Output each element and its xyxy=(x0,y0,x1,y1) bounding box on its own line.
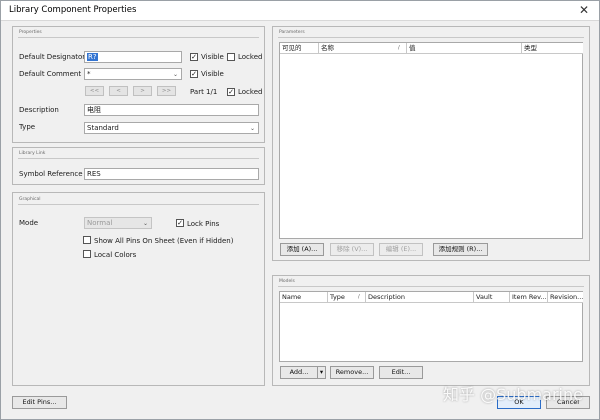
designator-field[interactable]: R? xyxy=(84,51,182,63)
edit-parameter-button[interactable]: 编辑 (E)... xyxy=(379,243,423,256)
local-colors-checkbox[interactable] xyxy=(83,250,91,258)
library-link-panel: Library Link Symbol Reference RES xyxy=(12,147,265,185)
models-grid[interactable]: Name Type / Description Vault Item Rev..… xyxy=(279,291,583,362)
mode-label: Mode xyxy=(19,219,39,227)
parameters-divider xyxy=(278,37,584,38)
description-label: Description xyxy=(19,106,59,114)
parameters-section-label: Parameters xyxy=(279,30,305,35)
graphical-section-label: Graphical xyxy=(19,197,41,202)
model-col-description[interactable]: Description xyxy=(366,292,474,303)
comment-visible-label: Visible xyxy=(201,70,224,78)
lock-pins-label: Lock Pins xyxy=(187,220,220,228)
param-col-value[interactable]: 值 xyxy=(407,43,522,54)
last-part-button[interactable]: >> xyxy=(157,86,176,96)
model-col-name[interactable]: Name xyxy=(280,292,328,303)
graphical-panel: Graphical Mode Normal ⌄ ✓ Lock Pins Show… xyxy=(12,192,265,386)
previous-part-button[interactable]: < xyxy=(109,86,128,96)
designator-locked-checkbox[interactable] xyxy=(227,53,235,61)
parameters-grid[interactable]: 可见的 名称 / 值 类型 xyxy=(279,42,583,239)
component-properties-dialog: Library Component Properties ✕ Propertie… xyxy=(0,0,600,420)
library-link-section-label: Library Link xyxy=(19,151,46,156)
chevron-down-icon: ⌄ xyxy=(172,71,178,78)
window-title: Library Component Properties xyxy=(9,5,137,15)
part-indicator: Part 1/1 xyxy=(190,88,218,96)
designator-value: R? xyxy=(87,53,98,61)
remove-model-button[interactable]: Remove... xyxy=(330,366,374,379)
model-col-revision[interactable]: Revision... xyxy=(548,292,583,303)
local-colors-label: Local Colors xyxy=(94,251,137,259)
symbol-reference-label: Symbol Reference xyxy=(19,170,83,178)
parameters-panel: Parameters 可见的 名称 / 值 类型 添加 (A)... 移除 (V… xyxy=(272,26,590,261)
sort-icon: / xyxy=(398,45,400,51)
models-panel: Models Name Type / Description Vault Ite… xyxy=(272,275,590,386)
comment-label: Default Comment xyxy=(19,70,82,78)
symbol-reference-field[interactable]: RES xyxy=(84,168,259,180)
lock-pins-checkbox[interactable]: ✓ xyxy=(176,219,184,227)
edit-model-button[interactable]: Edit... xyxy=(379,366,423,379)
designator-visible-label: Visible xyxy=(201,53,224,61)
type-label: Type xyxy=(19,123,36,131)
designator-label: Default Designator xyxy=(19,53,86,61)
sort-icon: / xyxy=(358,294,360,300)
show-all-pins-label: Show All Pins On Sheet (Even if Hidden) xyxy=(94,237,234,245)
comment-combobox[interactable]: * ⌄ xyxy=(84,68,182,80)
part-locked-checkbox[interactable]: ✓ xyxy=(227,88,235,96)
properties-section-label: Properties xyxy=(19,30,42,35)
watermark: 知乎 @Submarine xyxy=(443,385,583,404)
library-link-divider xyxy=(18,158,259,159)
part-locked-label: Locked xyxy=(238,88,263,96)
models-divider xyxy=(278,286,584,287)
comment-visible-checkbox[interactable]: ✓ xyxy=(190,70,198,78)
close-icon[interactable]: ✕ xyxy=(577,3,591,17)
remove-parameter-button[interactable]: 移除 (V)... xyxy=(330,243,374,256)
add-parameter-button[interactable]: 添加 (A)... xyxy=(280,243,324,256)
description-value: 电阻 xyxy=(87,106,101,114)
chevron-down-icon: ⌄ xyxy=(142,220,148,227)
properties-divider xyxy=(18,37,259,38)
edit-pins-button[interactable]: Edit Pins... xyxy=(12,396,67,409)
designator-visible-checkbox[interactable]: ✓ xyxy=(190,53,198,61)
properties-panel: Properties Default Designator R? ✓ Visib… xyxy=(12,26,265,143)
model-col-type[interactable]: Type xyxy=(328,292,366,303)
graphical-divider xyxy=(18,204,259,205)
first-part-button[interactable]: << xyxy=(85,86,104,96)
model-col-item-revision[interactable]: Item Rev... xyxy=(510,292,548,303)
add-rule-button[interactable]: 添加规则 (R)... xyxy=(433,243,488,256)
models-section-label: Models xyxy=(279,279,295,284)
param-col-name[interactable]: 名称 xyxy=(319,43,407,54)
type-value: Standard xyxy=(87,124,119,132)
mode-value: Normal xyxy=(87,219,113,227)
type-combobox[interactable]: Standard ⌄ xyxy=(84,122,259,134)
add-model-button[interactable]: Add... xyxy=(280,366,318,379)
comment-value: * xyxy=(87,70,91,78)
title-bar: Library Component Properties ✕ xyxy=(1,1,599,21)
next-part-button[interactable]: > xyxy=(133,86,152,96)
symbol-reference-value: RES xyxy=(87,170,101,178)
param-col-type[interactable]: 类型 xyxy=(522,43,583,54)
mode-combobox[interactable]: Normal ⌄ xyxy=(84,217,152,229)
designator-locked-label: Locked xyxy=(238,53,263,61)
chevron-down-icon: ⌄ xyxy=(249,125,255,132)
add-model-dropdown-icon[interactable]: ▾ xyxy=(317,366,326,379)
param-col-visible[interactable]: 可见的 xyxy=(280,43,319,54)
model-col-vault[interactable]: Vault xyxy=(474,292,510,303)
show-all-pins-checkbox[interactable] xyxy=(83,236,91,244)
description-field[interactable]: 电阻 xyxy=(84,104,259,116)
